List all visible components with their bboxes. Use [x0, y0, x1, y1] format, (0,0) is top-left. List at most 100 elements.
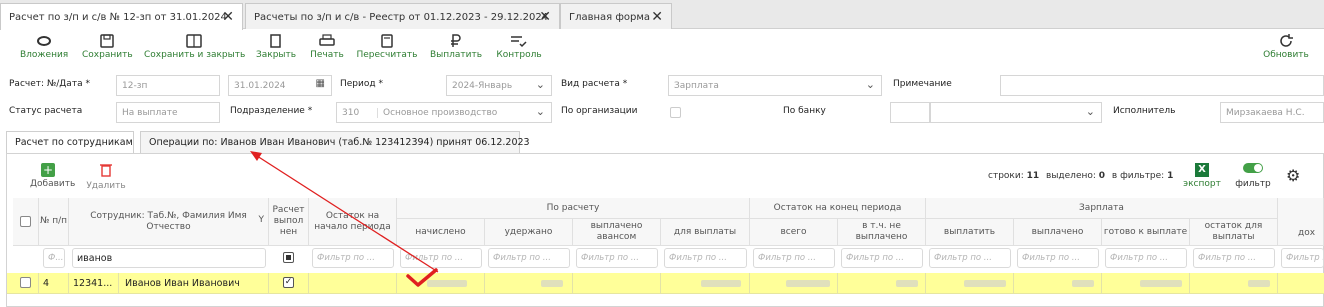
- date-input[interactable]: 31.01.2024 ▦: [228, 75, 332, 96]
- header-unpaid[interactable]: в т.ч. не выплачено: [838, 219, 926, 246]
- header-accrued[interactable]: начислено: [397, 219, 485, 246]
- bank-code-input[interactable]: [890, 102, 930, 123]
- ready-filter[interactable]: Фильтр по ...: [1105, 248, 1187, 268]
- header-num[interactable]: № п/п: [39, 198, 69, 246]
- header-withheld[interactable]: удержано: [485, 219, 573, 246]
- number-input[interactable]: 12-зп: [116, 75, 220, 96]
- blurred-value: [896, 280, 918, 287]
- tab-registry-label: Расчеты по з/п и с/в - Реестр от 01.12.2…: [254, 12, 549, 23]
- cell-unpaid: [838, 273, 926, 294]
- to-pay-filter[interactable]: Фильтр по ...: [664, 248, 747, 268]
- row-select[interactable]: [13, 273, 39, 294]
- period-select[interactable]: 2024-Январь ⌄: [446, 75, 552, 96]
- save-button[interactable]: Сохранить: [82, 34, 133, 60]
- table-row[interactable]: 4 12341... Иванов Иван Иванович ✓: [7, 273, 1324, 294]
- cell-advance: [573, 273, 661, 294]
- control-button[interactable]: Контроль: [494, 34, 544, 60]
- income-filter[interactable]: Фильтр по ...: [1281, 248, 1324, 268]
- tab-employees[interactable]: Расчет по сотрудникам: [6, 131, 134, 154]
- header-calc-done[interactable]: Расчет выпол нен: [269, 198, 309, 246]
- selected-value: 0: [1098, 171, 1106, 181]
- note-input[interactable]: [1000, 75, 1324, 96]
- chevron-down-icon: ⌄: [535, 105, 545, 118]
- withheld-filter[interactable]: Фильтр по ...: [488, 248, 570, 268]
- close-icon[interactable]: ✕: [222, 9, 234, 25]
- header-rest-start[interactable]: Остаток на начало периода: [309, 198, 397, 246]
- executor-field[interactable]: Мирзакаева Н.С.: [1220, 102, 1324, 123]
- status-field: На выплате: [116, 102, 220, 123]
- accrued-filter[interactable]: Фильтр по ...: [400, 248, 482, 268]
- num-filter[interactable]: Ф...: [43, 248, 65, 268]
- cell-num: 4: [39, 273, 69, 294]
- by-org-checkbox[interactable]: [670, 107, 681, 118]
- close-button[interactable]: Закрыть: [256, 34, 296, 60]
- header-income[interactable]: дох: [1278, 198, 1324, 246]
- print-button[interactable]: Печать: [308, 34, 346, 60]
- pay-out-filter[interactable]: Фильтр по ...: [929, 248, 1011, 268]
- paid-filter[interactable]: Фильтр по ...: [1017, 248, 1099, 268]
- close-label: Закрыть: [256, 50, 297, 60]
- by-org-label: По организации: [561, 106, 638, 116]
- add-button[interactable]: + Добавить: [30, 163, 75, 189]
- save-close-icon: [186, 34, 202, 48]
- calc-type-select[interactable]: Зарплата ⌄: [668, 75, 882, 96]
- trash-icon: [100, 164, 112, 177]
- recalc-label: Пересчитать: [356, 50, 418, 60]
- header-paid[interactable]: выплачено: [1014, 219, 1102, 246]
- header-rest-pay[interactable]: остаток для выплаты: [1190, 219, 1278, 246]
- header-to-pay[interactable]: для выплаты: [661, 219, 750, 246]
- unpaid-filter[interactable]: Фильтр по ...: [841, 248, 923, 268]
- tab-operations[interactable]: Операции по: Иванов Иван Иванович (таб.№…: [140, 131, 530, 153]
- header-total[interactable]: всего: [750, 219, 838, 246]
- header-group-salary-label: Зарплата: [1079, 202, 1124, 213]
- toolbar: Вложения Сохранить Сохранить и закрыть З…: [0, 30, 1324, 70]
- save-close-button[interactable]: Сохранить и закрыть: [144, 34, 245, 60]
- floppy-icon: [100, 34, 114, 48]
- tab-calc-label: Расчет по з/п и с/в № 12-зп от 31.01.202…: [9, 12, 227, 23]
- header-pay-out[interactable]: выплатить: [926, 219, 1014, 246]
- tab-calc[interactable]: Расчет по з/п и с/в № 12-зп от 31.01.202…: [0, 3, 243, 30]
- division-name: Основное производство: [377, 108, 497, 118]
- printer-icon: [319, 34, 335, 46]
- recalc-button[interactable]: Пересчитать: [356, 34, 418, 60]
- tab-main-form[interactable]: Главная форма ✕: [560, 3, 672, 29]
- calendar-icon[interactable]: ▦: [316, 78, 325, 89]
- header-employee[interactable]: Сотрудник: Таб.№, Фамилия Имя Отчество Y: [69, 198, 269, 246]
- close-icon[interactable]: ✕: [539, 9, 551, 25]
- calc-done-checkbox[interactable]: ✓: [283, 277, 294, 288]
- cell-tab-no: 12341...: [69, 273, 119, 294]
- header-group-rest-end: Остаток на конец периода: [750, 198, 926, 219]
- attachments-button[interactable]: Вложения: [20, 34, 68, 60]
- tab-main-form-label: Главная форма: [569, 12, 651, 23]
- select-all-checkbox[interactable]: [20, 216, 31, 227]
- header-withheld-label: удержано: [504, 226, 553, 237]
- header-advance[interactable]: выплачено авансом: [573, 219, 661, 246]
- gear-icon[interactable]: ⚙: [1286, 166, 1300, 185]
- calculator-icon: [381, 34, 393, 48]
- calc-done-filter[interactable]: [283, 252, 294, 263]
- pay-button[interactable]: Выплатить: [428, 34, 484, 60]
- employee-filter[interactable]: иванов: [72, 248, 266, 268]
- delete-button[interactable]: Удалить: [86, 163, 126, 191]
- refresh-button[interactable]: Обновить: [1260, 34, 1312, 60]
- refresh-icon: [1280, 34, 1293, 47]
- filter-label: фильтр: [1235, 179, 1271, 189]
- filter-funnel-icon[interactable]: Y: [259, 215, 265, 226]
- filter-toggle[interactable]: фильтр: [1234, 163, 1272, 189]
- status-label: Статус расчета: [9, 106, 83, 116]
- rest-start-filter[interactable]: Фильтр по ...: [312, 248, 394, 268]
- tab-registry[interactable]: Расчеты по з/п и с/в - Реестр от 01.12.2…: [245, 3, 560, 29]
- total-filter[interactable]: Фильтр по ...: [753, 248, 835, 268]
- row-checkbox[interactable]: [20, 277, 31, 288]
- header-ready[interactable]: готово к выплате: [1102, 219, 1190, 246]
- division-code: 310: [342, 108, 360, 118]
- rest-pay-filter[interactable]: Фильтр по ...: [1193, 248, 1275, 268]
- cell-accrued: [397, 273, 485, 294]
- close-icon[interactable]: ✕: [651, 9, 663, 25]
- header-calc-done-label: Расчет выпол нен: [272, 205, 305, 237]
- division-select[interactable]: 310 Основное производство ⌄: [336, 102, 552, 123]
- bank-select[interactable]: ⌄: [930, 102, 1102, 123]
- advance-filter[interactable]: Фильтр по ...: [576, 248, 658, 268]
- export-button[interactable]: X экспорт: [1183, 163, 1221, 189]
- document-tabs: Расчет по з/п и с/в № 12-зп от 31.01.202…: [0, 0, 1324, 30]
